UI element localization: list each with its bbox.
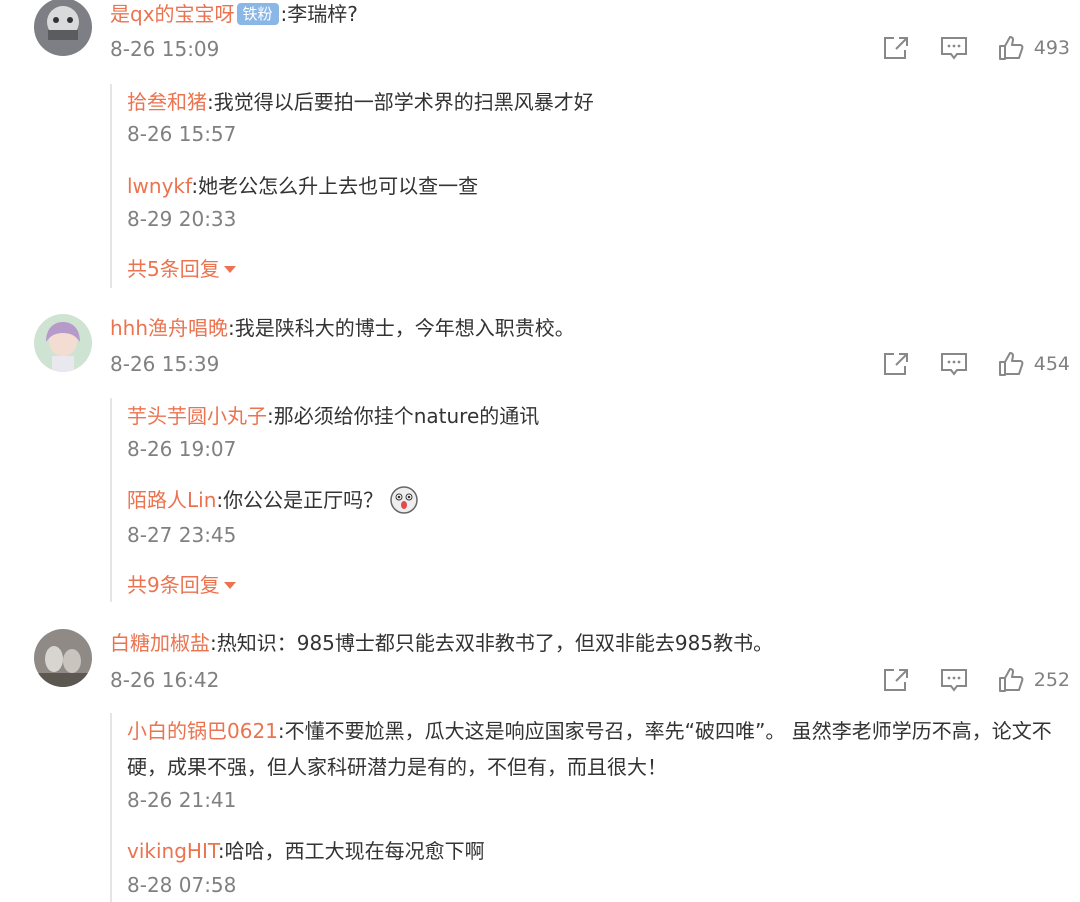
reply-time: 8-27 23:45 — [127, 523, 237, 547]
reply-text: :我觉得以后要拍一部学术界的扫黑风暴才好 — [207, 90, 594, 114]
comment-username[interactable]: 白糖加椒盐 — [110, 631, 210, 655]
share-icon — [883, 669, 908, 691]
more-replies-label: 共9条回复 — [127, 573, 220, 597]
comment-button[interactable] — [940, 351, 968, 377]
like-button[interactable]: 454 — [998, 351, 1070, 377]
comment-text: :热知识：985博士都只能去双非教书了，但双非能去985教书。 — [210, 631, 774, 655]
comment-time: 8-26 15:39 — [110, 352, 220, 376]
fan-badge: 铁粉 — [236, 3, 279, 25]
like-button[interactable]: 252 — [998, 667, 1070, 693]
dog-emoji-icon — [389, 485, 419, 526]
share-icon — [883, 353, 908, 375]
comment-icon — [940, 669, 967, 692]
reply-list: 小白的锅巴0621:不懂不要尬黑，瓜大这是响应国家号召，率先“破四唯”。 虽然李… — [110, 713, 1072, 902]
reply-username[interactable]: 芋头芋圆小丸子 — [127, 404, 267, 428]
thumbs-up-icon — [998, 668, 1024, 692]
reply-username[interactable]: 小白的锅巴0621 — [127, 719, 278, 743]
comment-text: :我是陕科大的博士，今年想入职贵校。 — [228, 316, 575, 340]
comment-icon — [940, 353, 967, 376]
reply-text: :你公公是正厅吗？ — [216, 488, 384, 512]
thumbs-up-icon — [998, 352, 1024, 376]
reply-text: :哈哈，西工大现在每况愈下啊 — [217, 839, 485, 863]
reply-time: 8-29 20:33 — [127, 207, 237, 231]
avatar[interactable] — [34, 0, 92, 56]
share-icon — [883, 37, 908, 59]
like-count: 454 — [1033, 353, 1070, 375]
comment-icon — [940, 37, 967, 60]
avatar[interactable] — [34, 629, 92, 687]
reply-username[interactable]: 拾叁和猪 — [127, 90, 207, 114]
share-button[interactable] — [882, 667, 910, 693]
reply-time: 8-28 07:58 — [127, 873, 237, 897]
comment-username[interactable]: hhh渔舟唱晚 — [110, 316, 228, 340]
reply-time: 8-26 15:57 — [127, 122, 237, 146]
comment-button[interactable] — [940, 667, 968, 693]
comment-text: :李瑞梓? — [280, 2, 358, 26]
comment-button[interactable] — [940, 35, 968, 61]
more-replies-link[interactable]: 共5条回复 — [127, 255, 236, 283]
chevron-down-icon — [223, 582, 236, 589]
like-count: 252 — [1033, 669, 1070, 691]
reply-text: :她老公怎么升上去也可以查一查 — [191, 174, 479, 198]
comment-time: 8-26 16:42 — [110, 668, 220, 692]
reply-time: 8-26 19:07 — [127, 437, 237, 461]
thumbs-up-icon — [998, 36, 1024, 60]
reply-list: 拾叁和猪:我觉得以后要拍一部学术界的扫黑风暴才好 8-26 15:57 lwny… — [110, 84, 1072, 288]
like-count: 493 — [1033, 37, 1070, 59]
reply-username[interactable]: 陌路人Lin — [127, 488, 216, 512]
chevron-down-icon — [223, 266, 236, 273]
reply-text: :那必须给你挂个nature的通讯 — [267, 404, 540, 428]
like-button[interactable]: 493 — [998, 35, 1070, 61]
share-button[interactable] — [882, 35, 910, 61]
reply-username[interactable]: lwnykf — [127, 174, 191, 198]
reply-list: 芋头芋圆小丸子:那必须给你挂个nature的通讯 8-26 19:07 陌路人L… — [110, 398, 1072, 602]
share-button[interactable] — [882, 351, 910, 377]
more-replies-label: 共5条回复 — [127, 257, 220, 281]
comment-time: 8-26 15:09 — [110, 37, 220, 61]
avatar[interactable] — [34, 314, 92, 372]
reply-time: 8-26 21:41 — [127, 788, 237, 812]
more-replies-link[interactable]: 共9条回复 — [127, 571, 236, 599]
reply-username[interactable]: vikingHIT — [127, 839, 218, 863]
comment-username[interactable]: 是qx的宝宝呀 — [110, 2, 235, 26]
